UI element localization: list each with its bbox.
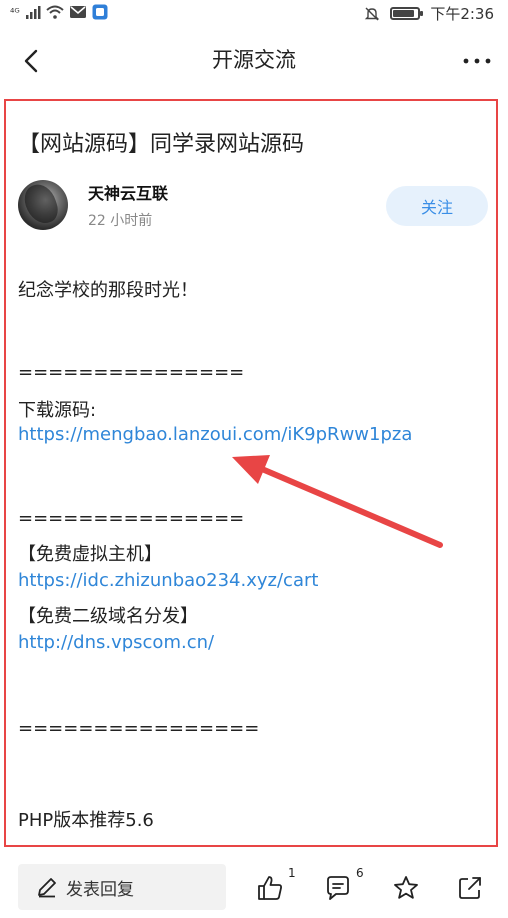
comment-button[interactable] <box>320 870 356 906</box>
battery-icon <box>390 7 424 20</box>
status-right: 下午2:36 <box>364 3 494 24</box>
like-button[interactable] <box>252 870 288 906</box>
download-label: 下载源码: <box>18 400 97 421</box>
domain-link[interactable]: http://dns.vpscom.cn/ <box>18 632 214 653</box>
like-count: 1 <box>288 866 296 880</box>
post-title: 【网站源码】同学录网站源码 <box>18 132 305 157</box>
body-text: 纪念学校的那段时光！ <box>18 280 198 301</box>
mail-icon <box>69 6 86 18</box>
page-title: 开源交流 <box>212 48 296 72</box>
share-button[interactable] <box>452 870 488 906</box>
reply-input[interactable]: 发表回复 <box>18 864 226 910</box>
php-version-text: PHP版本推荐5.6 <box>18 810 154 831</box>
like-icon <box>258 876 282 900</box>
hosting-label: 【免费虚拟主机】 <box>18 544 162 565</box>
nav-bar: 开源交流 <box>0 30 508 90</box>
comment-icon <box>327 876 349 900</box>
clock: 下午2:36 <box>430 5 494 23</box>
separator-text: =============== <box>18 508 245 529</box>
separator-text: ================ <box>18 718 260 739</box>
wifi-icon <box>46 5 64 19</box>
more-icon <box>463 58 491 64</box>
mute-icon <box>365 7 380 20</box>
bottom-bar: 发表回复 1 6 <box>0 852 508 918</box>
favorite-button[interactable] <box>388 870 424 906</box>
domain-label: 【免费二级域名分发】 <box>18 606 198 627</box>
comment-count: 6 <box>356 866 364 880</box>
status-left: ⁴ᴳ <box>10 4 108 20</box>
signal-icon <box>25 6 41 19</box>
star-icon <box>394 876 418 899</box>
avatar[interactable] <box>18 180 68 230</box>
status-bar: ⁴ᴳ 下午2:36 <box>0 0 508 26</box>
share-icon <box>459 877 481 899</box>
reply-placeholder: 发表回复 <box>66 879 134 900</box>
battery-fill <box>393 10 415 17</box>
network-type: ⁴ᴳ <box>10 5 20 19</box>
post-time: 22 小时前 <box>88 213 153 229</box>
author-name[interactable]: 天神云互联 <box>88 180 168 204</box>
more-button[interactable] <box>460 44 494 78</box>
download-link[interactable]: https://mengbao.lanzoui.com/iK9pRww1pza <box>18 424 412 445</box>
app-notification-icon <box>92 4 108 20</box>
follow-button[interactable]: 关注 <box>386 186 488 226</box>
pen-icon <box>36 876 58 898</box>
separator-text: =============== <box>18 362 245 383</box>
hosting-link[interactable]: https://idc.zhizunbao234.xyz/cart <box>18 570 318 591</box>
